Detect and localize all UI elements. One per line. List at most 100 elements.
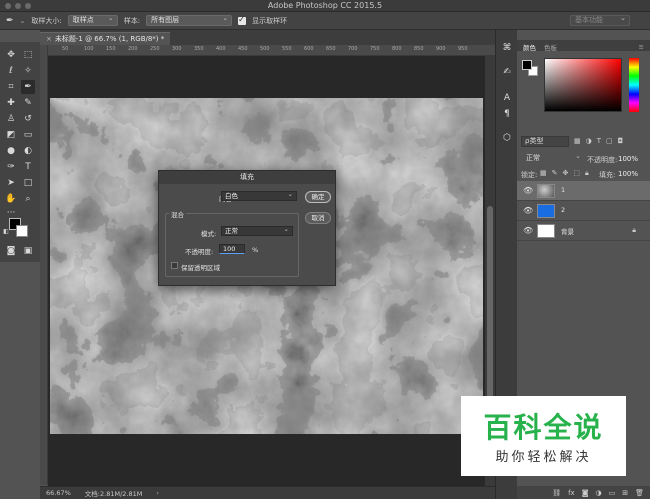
workspace-select[interactable]: 基本功能 bbox=[570, 14, 630, 26]
opacity-label: 不透明度: bbox=[587, 156, 618, 164]
lasso-tool-icon[interactable]: ℓ bbox=[4, 64, 18, 78]
layer-row-1[interactable]: 👁︎ 1 bbox=[517, 181, 650, 201]
default-colors-icon[interactable]: ◧ bbox=[2, 228, 10, 236]
visibility-eye-icon[interactable]: 👁︎ bbox=[523, 186, 533, 195]
dodge-tool-icon[interactable]: ◐ bbox=[21, 144, 35, 158]
crop-tool-icon[interactable]: ⌗ bbox=[4, 80, 18, 94]
cancel-button[interactable]: 取消 bbox=[305, 212, 331, 224]
lock-artboard-icon[interactable]: ⬚ bbox=[573, 169, 580, 178]
watermark-logo: 百科全说 助你轻松解决 bbox=[461, 396, 626, 476]
sample-label: 样本: bbox=[123, 16, 141, 25]
tab-color[interactable]: 颜色 bbox=[523, 42, 536, 52]
close-tab-icon[interactable]: × bbox=[46, 35, 52, 43]
color-picker-field[interactable] bbox=[544, 58, 622, 112]
hand-tool-icon[interactable]: ✋ bbox=[4, 192, 18, 206]
show-ring-label: 显示取样环 bbox=[252, 16, 288, 25]
layer-row-background[interactable]: 👁︎ 背景 🔒︎ bbox=[517, 221, 650, 241]
new-group-icon[interactable]: ▭ bbox=[609, 489, 616, 497]
path-selection-tool-icon[interactable]: ➤ bbox=[4, 176, 18, 190]
scrollbar-thumb[interactable] bbox=[487, 206, 493, 406]
3d-panel-icon[interactable]: ⬡ bbox=[501, 132, 513, 144]
magic-wand-tool-icon[interactable]: ✧ bbox=[21, 64, 35, 78]
ruler-tick-label: 750 bbox=[370, 46, 380, 52]
adjustment-filter-icon[interactable]: ◑ bbox=[586, 137, 592, 145]
brush-panel-icon[interactable]: ✍ bbox=[501, 66, 513, 78]
window-title: Adobe Photoshop CC 2015.5 bbox=[267, 1, 383, 10]
zoom-tool-icon[interactable]: ⌕ bbox=[21, 192, 35, 206]
blend-mode-select[interactable]: 正常 bbox=[521, 152, 585, 164]
document-tab[interactable]: × 未标题-1 @ 66.7% (1, RGB/8*) * bbox=[40, 32, 170, 45]
lock-transparency-icon[interactable]: ▦ bbox=[540, 169, 547, 178]
hue-slider[interactable] bbox=[629, 58, 639, 112]
tools-panel: ✥ ⬚ ℓ ✧ ⌗ ✒ ✚ ✎ ♙ ↺ ◩ ▭ ● ◐ ✑ T ➤ □ ✋ ⌕ … bbox=[0, 42, 40, 262]
screen-mode-icon[interactable]: ▣ bbox=[21, 244, 35, 258]
brush-tool-icon[interactable]: ✎ bbox=[21, 96, 35, 110]
history-brush-tool-icon[interactable]: ↺ bbox=[21, 112, 35, 126]
fill-value[interactable]: 100% bbox=[618, 170, 638, 178]
lock-all-icon[interactable]: 🔒︎ bbox=[585, 169, 589, 178]
rectangle-tool-icon[interactable]: □ bbox=[21, 176, 35, 190]
pixel-filter-icon[interactable]: ▦ bbox=[574, 137, 581, 145]
lock-position-icon[interactable]: ✥ bbox=[563, 169, 569, 178]
ok-button[interactable]: 确定 bbox=[305, 191, 331, 203]
layer-thumbnail bbox=[537, 184, 555, 198]
smart-filter-icon[interactable]: ◘ bbox=[618, 137, 624, 145]
sample-size-select[interactable]: 取样点 bbox=[67, 14, 118, 26]
type-tool-icon[interactable]: T bbox=[21, 160, 35, 174]
quick-mask-icon[interactable]: ◙ bbox=[4, 244, 18, 258]
opacity-value[interactable]: 100% bbox=[618, 155, 638, 163]
sample-select[interactable]: 所有图层 bbox=[146, 14, 233, 26]
opacity-unit: % bbox=[252, 246, 259, 254]
delete-layer-icon[interactable]: 🗑︎ bbox=[635, 489, 644, 497]
panel-foreground-swatch[interactable] bbox=[522, 60, 532, 70]
show-ring-checkbox[interactable] bbox=[238, 15, 247, 25]
eraser-tool-icon[interactable]: ◩ bbox=[4, 128, 18, 142]
gradient-tool-icon[interactable]: ▭ bbox=[21, 128, 35, 142]
history-panel-icon[interactable]: ⌘ bbox=[501, 42, 513, 54]
character-panel-icon[interactable]: A bbox=[501, 92, 513, 104]
tab-swatches[interactable]: 色板 bbox=[544, 42, 557, 52]
shape-filter-icon[interactable]: ▢ bbox=[606, 137, 613, 145]
ruler-tick-label: 400 bbox=[216, 46, 226, 52]
layer-style-icon[interactable]: fx bbox=[568, 489, 575, 497]
ruler-tick-label: 550 bbox=[282, 46, 292, 52]
horizontal-ruler: 50 100 150 200 250 300 350 400 450 500 550 600 650 70… bbox=[48, 45, 495, 56]
ruler-tick-label: 900 bbox=[436, 46, 446, 52]
clone-stamp-tool-icon[interactable]: ♙ bbox=[4, 112, 18, 126]
layer-mask-icon[interactable]: ◙ bbox=[582, 489, 589, 497]
eyedropper-tool-icon[interactable]: ✒ bbox=[21, 80, 35, 94]
type-filter-icon[interactable]: T bbox=[597, 137, 601, 145]
content-select[interactable]: 白色 bbox=[221, 190, 297, 201]
pen-tool-icon[interactable]: ✑ bbox=[4, 160, 18, 174]
visibility-eye-icon[interactable]: 👁︎ bbox=[523, 206, 533, 215]
lock-label: 锁定: bbox=[521, 171, 538, 179]
status-arrow-icon[interactable]: › bbox=[156, 489, 159, 497]
healing-brush-tool-icon[interactable]: ✚ bbox=[4, 96, 18, 110]
blur-tool-icon[interactable]: ● bbox=[4, 144, 18, 158]
ruler-tick-label: 150 bbox=[106, 46, 116, 52]
link-layers-icon[interactable]: ⛓ bbox=[552, 489, 561, 497]
visibility-eye-icon[interactable]: 👁︎ bbox=[523, 226, 533, 235]
layer-filter-select[interactable]: ρ类型 bbox=[521, 136, 569, 147]
move-tool-icon[interactable]: ✥ bbox=[4, 48, 18, 62]
dialog-title: 填充 bbox=[159, 171, 335, 184]
marquee-tool-icon[interactable]: ⬚ bbox=[21, 48, 35, 62]
paragraph-panel-icon[interactable]: ¶ bbox=[501, 108, 513, 120]
lock-pixels-icon[interactable]: ✎ bbox=[552, 169, 558, 178]
preserve-transparency-checkbox[interactable] bbox=[171, 262, 178, 269]
mode-select[interactable]: 正常 bbox=[221, 225, 293, 236]
background-color-swatch[interactable] bbox=[16, 225, 28, 237]
eyedropper-tool-icon[interactable]: ✒ bbox=[6, 16, 14, 26]
layer-name[interactable]: 背景 bbox=[561, 226, 574, 236]
panel-menu-icon[interactable]: ≡ bbox=[639, 43, 644, 51]
layer-name[interactable]: 1 bbox=[561, 186, 565, 194]
opacity-input[interactable]: 100 bbox=[219, 244, 245, 254]
new-layer-icon[interactable]: ⊞ bbox=[622, 489, 628, 497]
ruler-tick-label: 650 bbox=[326, 46, 336, 52]
layer-name[interactable]: 2 bbox=[561, 206, 565, 214]
options-bar: ✒ ⌄ 取样大小: 取样点 样本: 所有图层 显示取样环 基本功能 bbox=[0, 12, 650, 30]
layer-row-2[interactable]: 👁︎ 2 bbox=[517, 201, 650, 221]
adjustment-layer-icon[interactable]: ◑ bbox=[596, 489, 602, 497]
zoom-level[interactable]: 66.67% bbox=[46, 489, 71, 497]
tool-preset-dropdown[interactable]: ⌄ bbox=[20, 17, 26, 25]
